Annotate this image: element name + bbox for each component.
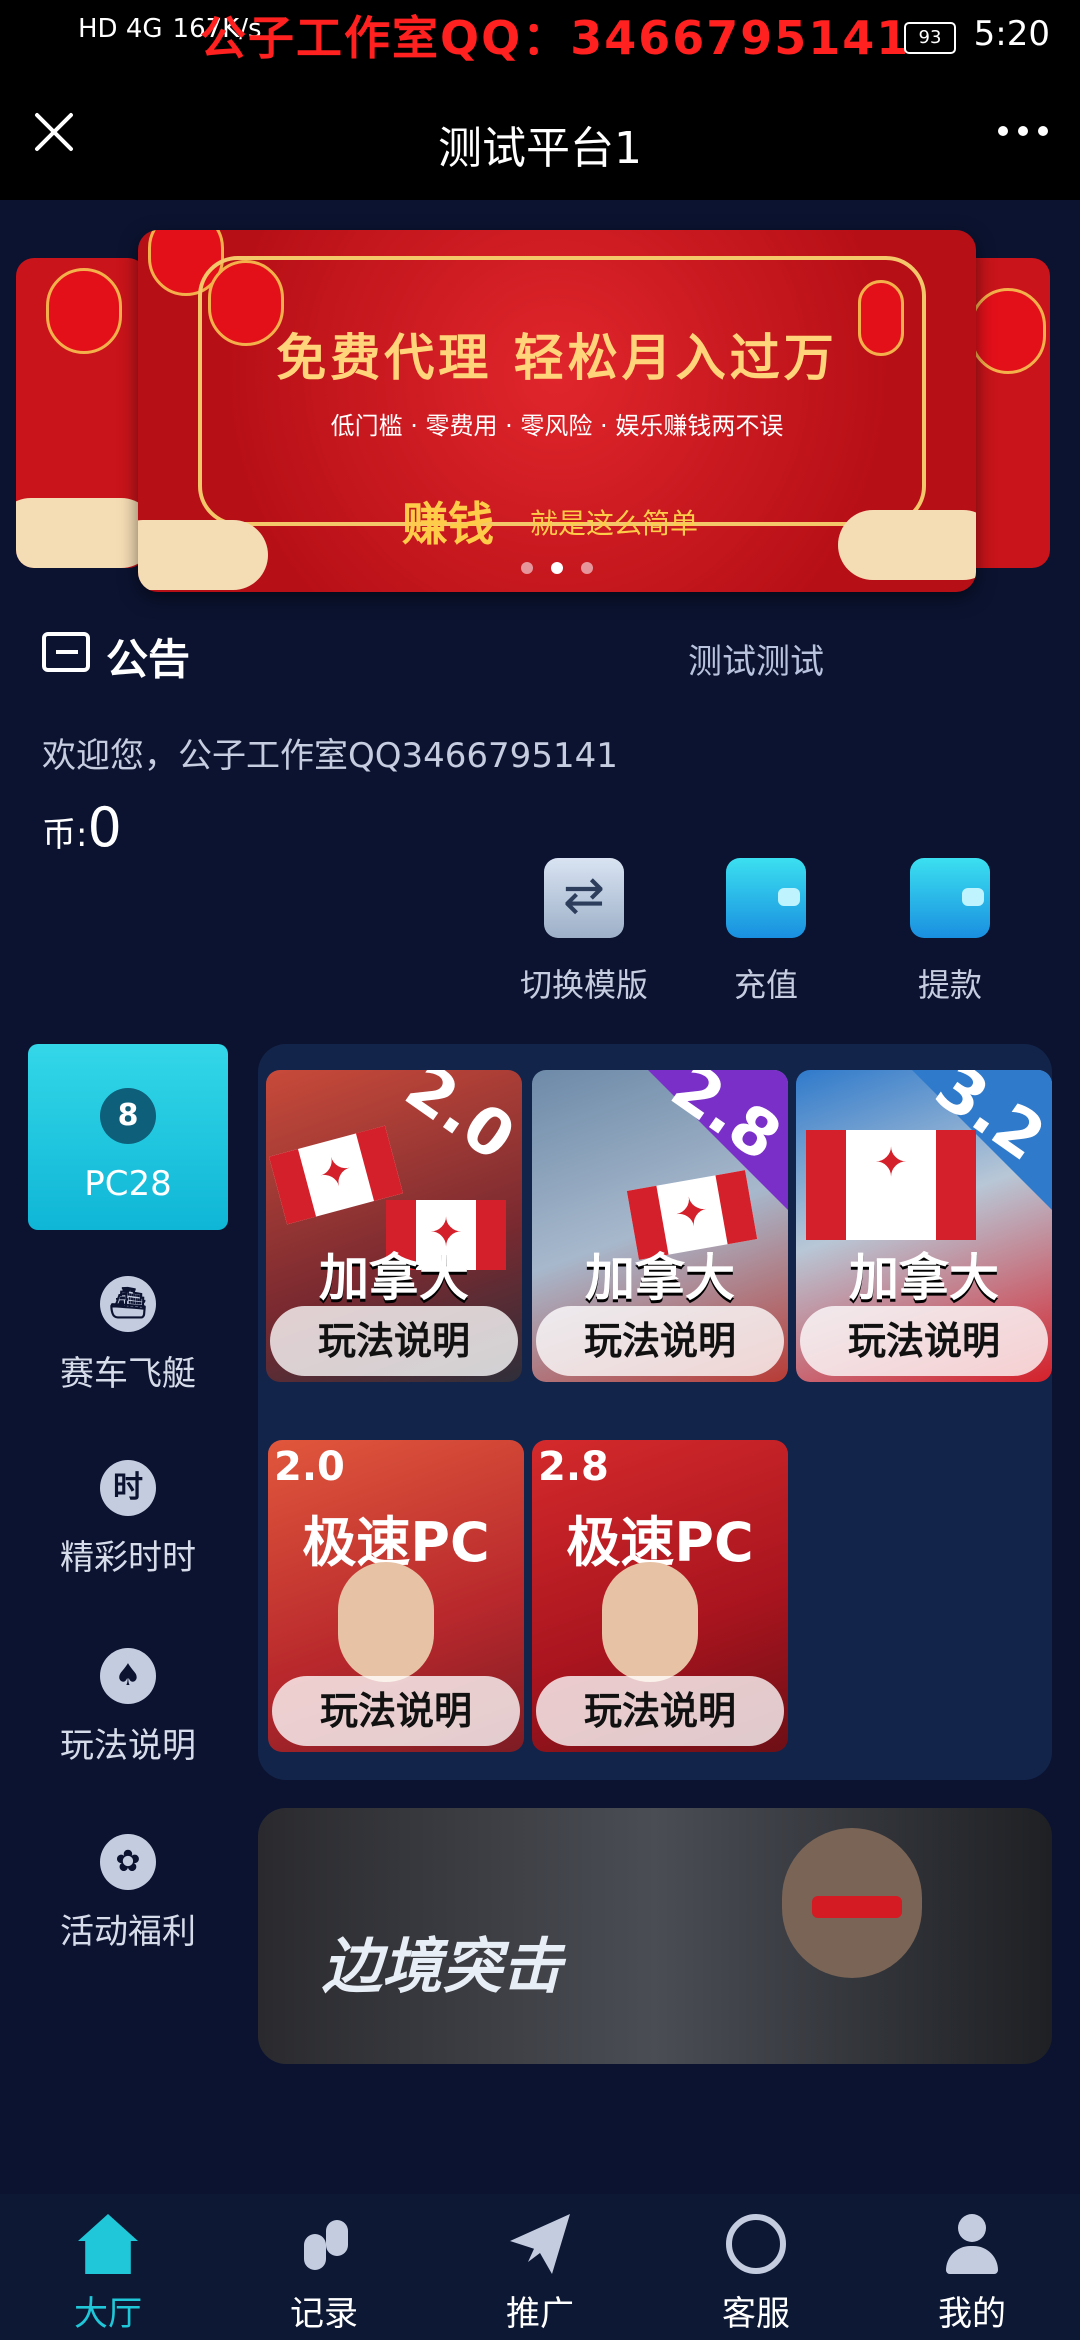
rules-button[interactable]: 玩法说明 <box>272 1676 520 1746</box>
wallet-icon <box>910 858 990 938</box>
billiard-8-icon: 8 <box>100 1088 156 1144</box>
model-image <box>602 1562 698 1682</box>
tab-profile[interactable]: 我的 <box>892 2214 1052 2335</box>
shishi-icon: 时 <box>100 1460 156 1516</box>
speedboat-icon: ⛴ <box>100 1276 156 1332</box>
notice-marquee-text: 测试测试 <box>688 642 824 682</box>
banner-subline: 低门槛 · 零费用 · 零风险 · 娱乐赚钱两不误 <box>330 412 784 440</box>
rules-button[interactable]: 玩法说明 <box>270 1306 518 1376</box>
recharge-button[interactable]: 充值 <box>686 858 846 1006</box>
tab-label: 客服 <box>722 2294 790 2334</box>
hero-visor <box>812 1896 902 1918</box>
action-label: 切换模版 <box>519 966 648 1004</box>
sidebar-item-rules[interactable]: ♠ 玩法说明 <box>28 1648 228 1767</box>
tab-label: 我的 <box>938 2294 1006 2334</box>
withdraw-button[interactable]: 提款 <box>870 858 1030 1006</box>
wallet-icon <box>726 858 806 938</box>
watermark-text: 公子工作室QQ：3466795141 <box>200 11 911 65</box>
game-card-speed-pc-2-0[interactable]: 2.0 极速PC 玩法说明 <box>268 1440 524 1752</box>
rules-button[interactable]: 玩法说明 <box>800 1306 1048 1376</box>
promo-title: 边境突击 <box>322 1932 562 2002</box>
game-card-speed-pc-2-8[interactable]: 2.8 极速PC 玩法说明 <box>532 1440 788 1752</box>
tab-label: 大厅 <box>74 2294 142 2334</box>
cards-icon: ♠ <box>100 1648 156 1704</box>
battery-icon: 93 <box>904 22 956 54</box>
sidebar-item-racing-boat[interactable]: ⛴ 赛车飞艇 <box>28 1276 228 1395</box>
carousel-dots <box>138 559 976 578</box>
coin-value: 0 <box>87 796 122 859</box>
tab-records[interactable]: 记录 <box>244 2214 404 2335</box>
version-badge: 2.0 <box>274 1444 345 1490</box>
game-card-canada-2-8[interactable]: 2.8 加拿大 玩法说明 <box>532 1070 788 1382</box>
clock: 5:20 <box>973 14 1050 54</box>
switch-template-button[interactable]: 切换模版 <box>504 858 664 1006</box>
tab-label: 推广 <box>506 2294 574 2334</box>
version-badge: 2.0 <box>391 1070 522 1176</box>
status-bar: HD 4G 167K/s 公子工作室QQ：3466795141 93 5:20 <box>0 0 1080 72</box>
carousel-dot-active[interactable] <box>551 562 563 574</box>
tab-hall[interactable]: 大厅 <box>28 2214 188 2335</box>
more-icon[interactable] <box>998 126 1048 136</box>
page-title: 测试平台1 <box>438 123 642 174</box>
sidebar-item-label: 精彩时时 <box>60 1538 196 1578</box>
banner-prev-slide[interactable] <box>16 258 146 568</box>
sidebar-item-rewards[interactable]: ✿ 活动福利 <box>28 1834 228 1953</box>
carousel-dot[interactable] <box>581 562 593 574</box>
briefcase-icon <box>42 632 90 672</box>
welcome-text: 欢迎您，公子工作室QQ3466795141 <box>42 736 618 776</box>
version-badge: 2.8 <box>538 1444 609 1490</box>
action-label: 提款 <box>917 966 982 1004</box>
sidebar-item-label: 活动福利 <box>60 1912 196 1952</box>
game-promo-banner[interactable]: 边境突击 <box>258 1808 1052 2064</box>
footprint-icon <box>294 2214 354 2274</box>
sidebar-item-shishi[interactable]: 时 精彩时时 <box>28 1460 228 1579</box>
rules-button[interactable]: 玩法说明 <box>536 1676 784 1746</box>
sidebar-item-label: PC28 <box>84 1164 172 1204</box>
game-card-canada-2-0[interactable]: 2.0 加拿大 玩法说明 <box>266 1070 522 1382</box>
switch-icon <box>544 858 624 938</box>
coin-balance: 币:0 <box>42 796 122 859</box>
paper-plane-icon <box>510 2214 570 2274</box>
banner-money-subtext: 就是这么简单 <box>530 507 699 540</box>
game-title: 加拿大 <box>319 1249 469 1307</box>
sidebar-item-label: 玩法说明 <box>60 1726 196 1766</box>
promo-banner-carousel[interactable]: 免费代理 轻松月入过万 低门槛 · 零费用 · 零风险 · 娱乐赚钱两不误 赚钱… <box>138 230 976 592</box>
action-label: 充值 <box>733 966 798 1004</box>
user-icon <box>942 2214 1002 2274</box>
carousel-dot[interactable] <box>521 562 533 574</box>
title-bar: 测试平台1 <box>0 72 1080 200</box>
tab-service[interactable]: 客服 <box>676 2214 836 2335</box>
tab-label: 记录 <box>290 2294 358 2334</box>
banner-frame <box>198 256 926 526</box>
sidebar-item-label: 赛车飞艇 <box>60 1354 196 1394</box>
canada-flag-icon <box>268 1125 404 1225</box>
notice-bar[interactable]: 公告 测试测试 <box>40 624 1040 684</box>
banner-headline: 免费代理 轻松月入过万 <box>276 329 838 387</box>
model-image <box>338 1562 434 1682</box>
coin-label: 币: <box>42 815 88 855</box>
home-icon <box>78 2214 138 2274</box>
game-title: 加拿大 <box>849 1249 999 1307</box>
network-label: HD 4G <box>78 14 163 44</box>
canada-flag-icon <box>806 1130 976 1240</box>
bottom-tab-bar: 大厅 记录 推广 客服 我的 <box>0 2194 1080 2340</box>
game-title: 加拿大 <box>585 1249 735 1307</box>
tab-promote[interactable]: 推广 <box>460 2214 620 2335</box>
cloud-decoration <box>138 520 268 590</box>
notice-label: 公告 <box>106 635 191 684</box>
banner-money-text: 赚钱 <box>402 497 494 551</box>
rules-button[interactable]: 玩法说明 <box>536 1306 784 1376</box>
sidebar-item-pc28[interactable]: 8 PC28 <box>28 1044 228 1230</box>
gift-icon: ✿ <box>100 1834 156 1890</box>
headset-icon <box>726 2214 786 2274</box>
game-card-canada-3-2[interactable]: 3.2 加拿大 玩法说明 <box>796 1070 1052 1382</box>
